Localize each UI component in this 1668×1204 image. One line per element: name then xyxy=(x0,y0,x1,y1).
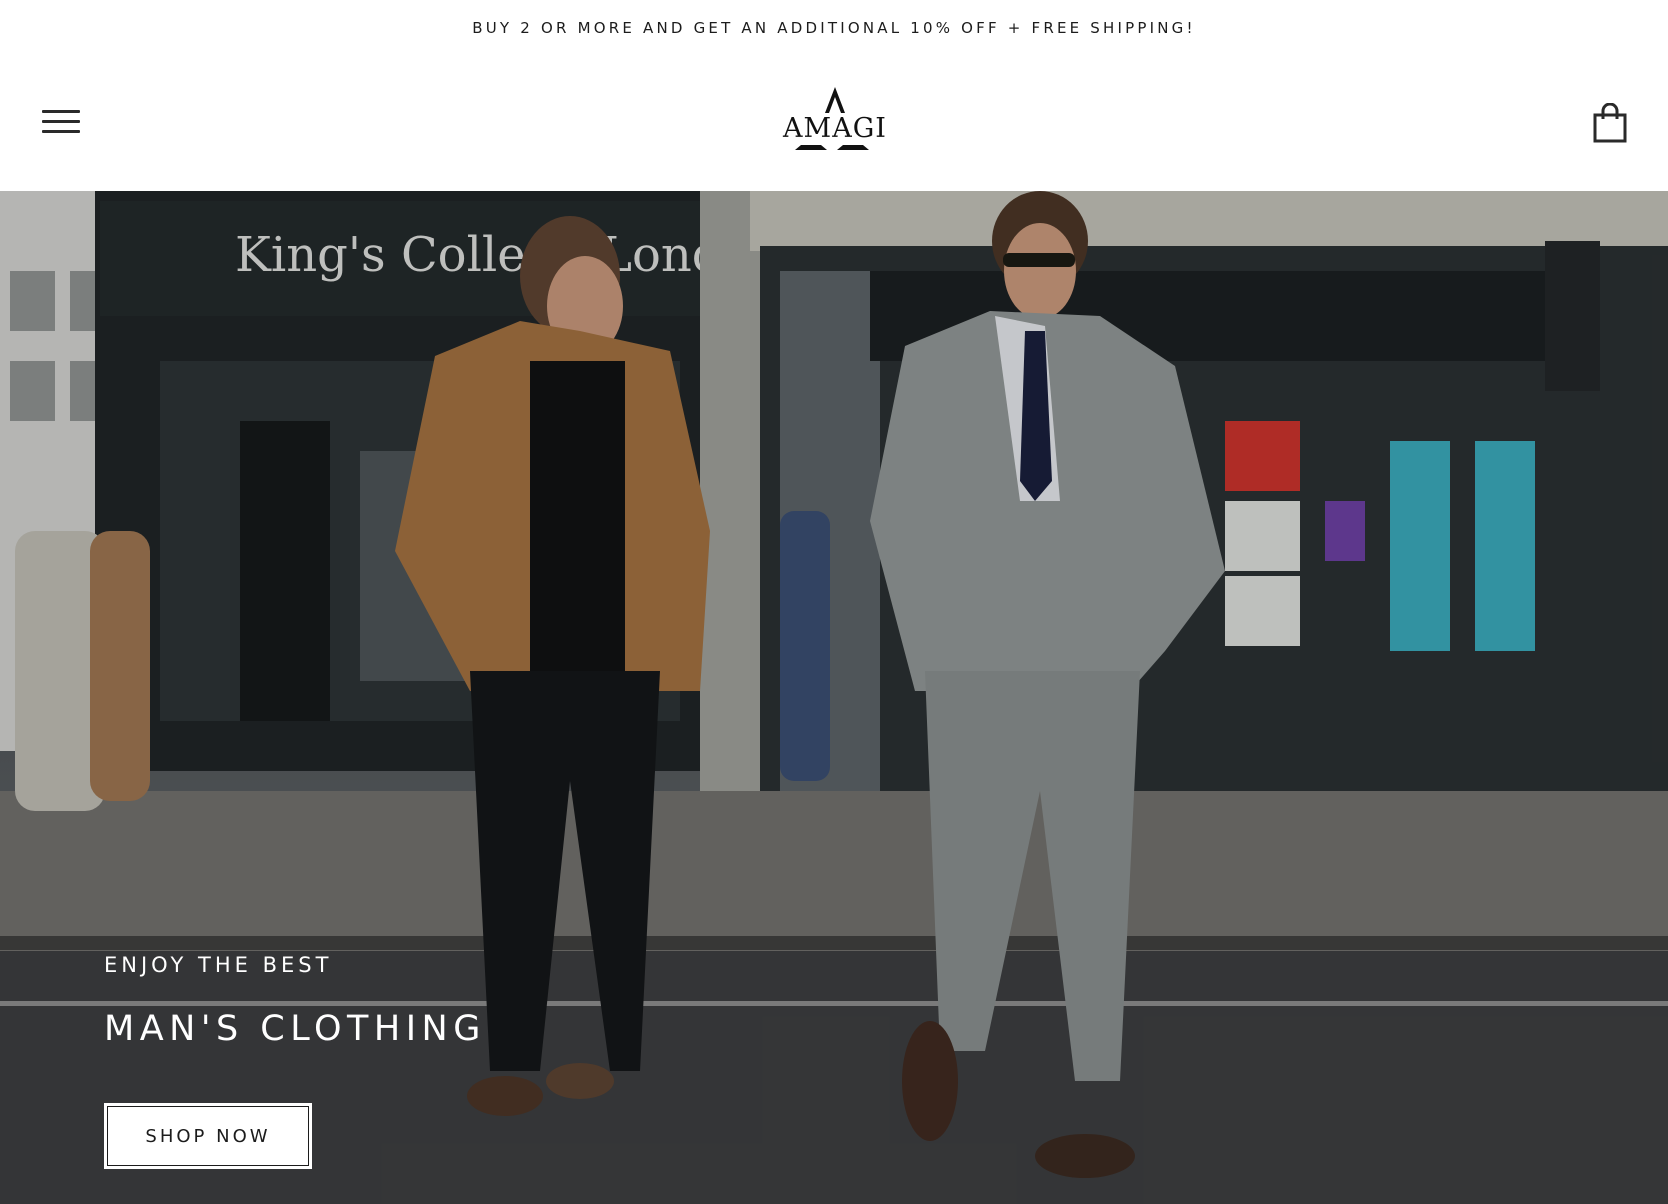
logo-mark-icon xyxy=(825,87,845,113)
hero-eyebrow: ENJOY THE BEST xyxy=(104,953,333,977)
brand-logo[interactable]: AMAGI xyxy=(780,86,890,158)
site-header: AMAGI xyxy=(0,56,1668,191)
hamburger-menu-icon[interactable] xyxy=(42,108,80,136)
shop-now-button[interactable]: SHOP NOW xyxy=(104,1103,312,1169)
logo-text: AMAGI xyxy=(783,113,887,144)
hero-title: MAN'S CLOTHING xyxy=(104,1009,486,1049)
hero-banner: King's College London ENJOY THE BEST MAN… xyxy=(0,191,1668,1204)
shopping-bag-icon[interactable] xyxy=(1592,102,1628,143)
announcement-bar: BUY 2 OR MORE AND GET AN ADDITIONAL 10% … xyxy=(0,0,1668,56)
hero-overlay xyxy=(0,191,1668,1204)
logo-underline-icon xyxy=(795,145,869,150)
announcement-text: BUY 2 OR MORE AND GET AN ADDITIONAL 10% … xyxy=(472,19,1196,37)
